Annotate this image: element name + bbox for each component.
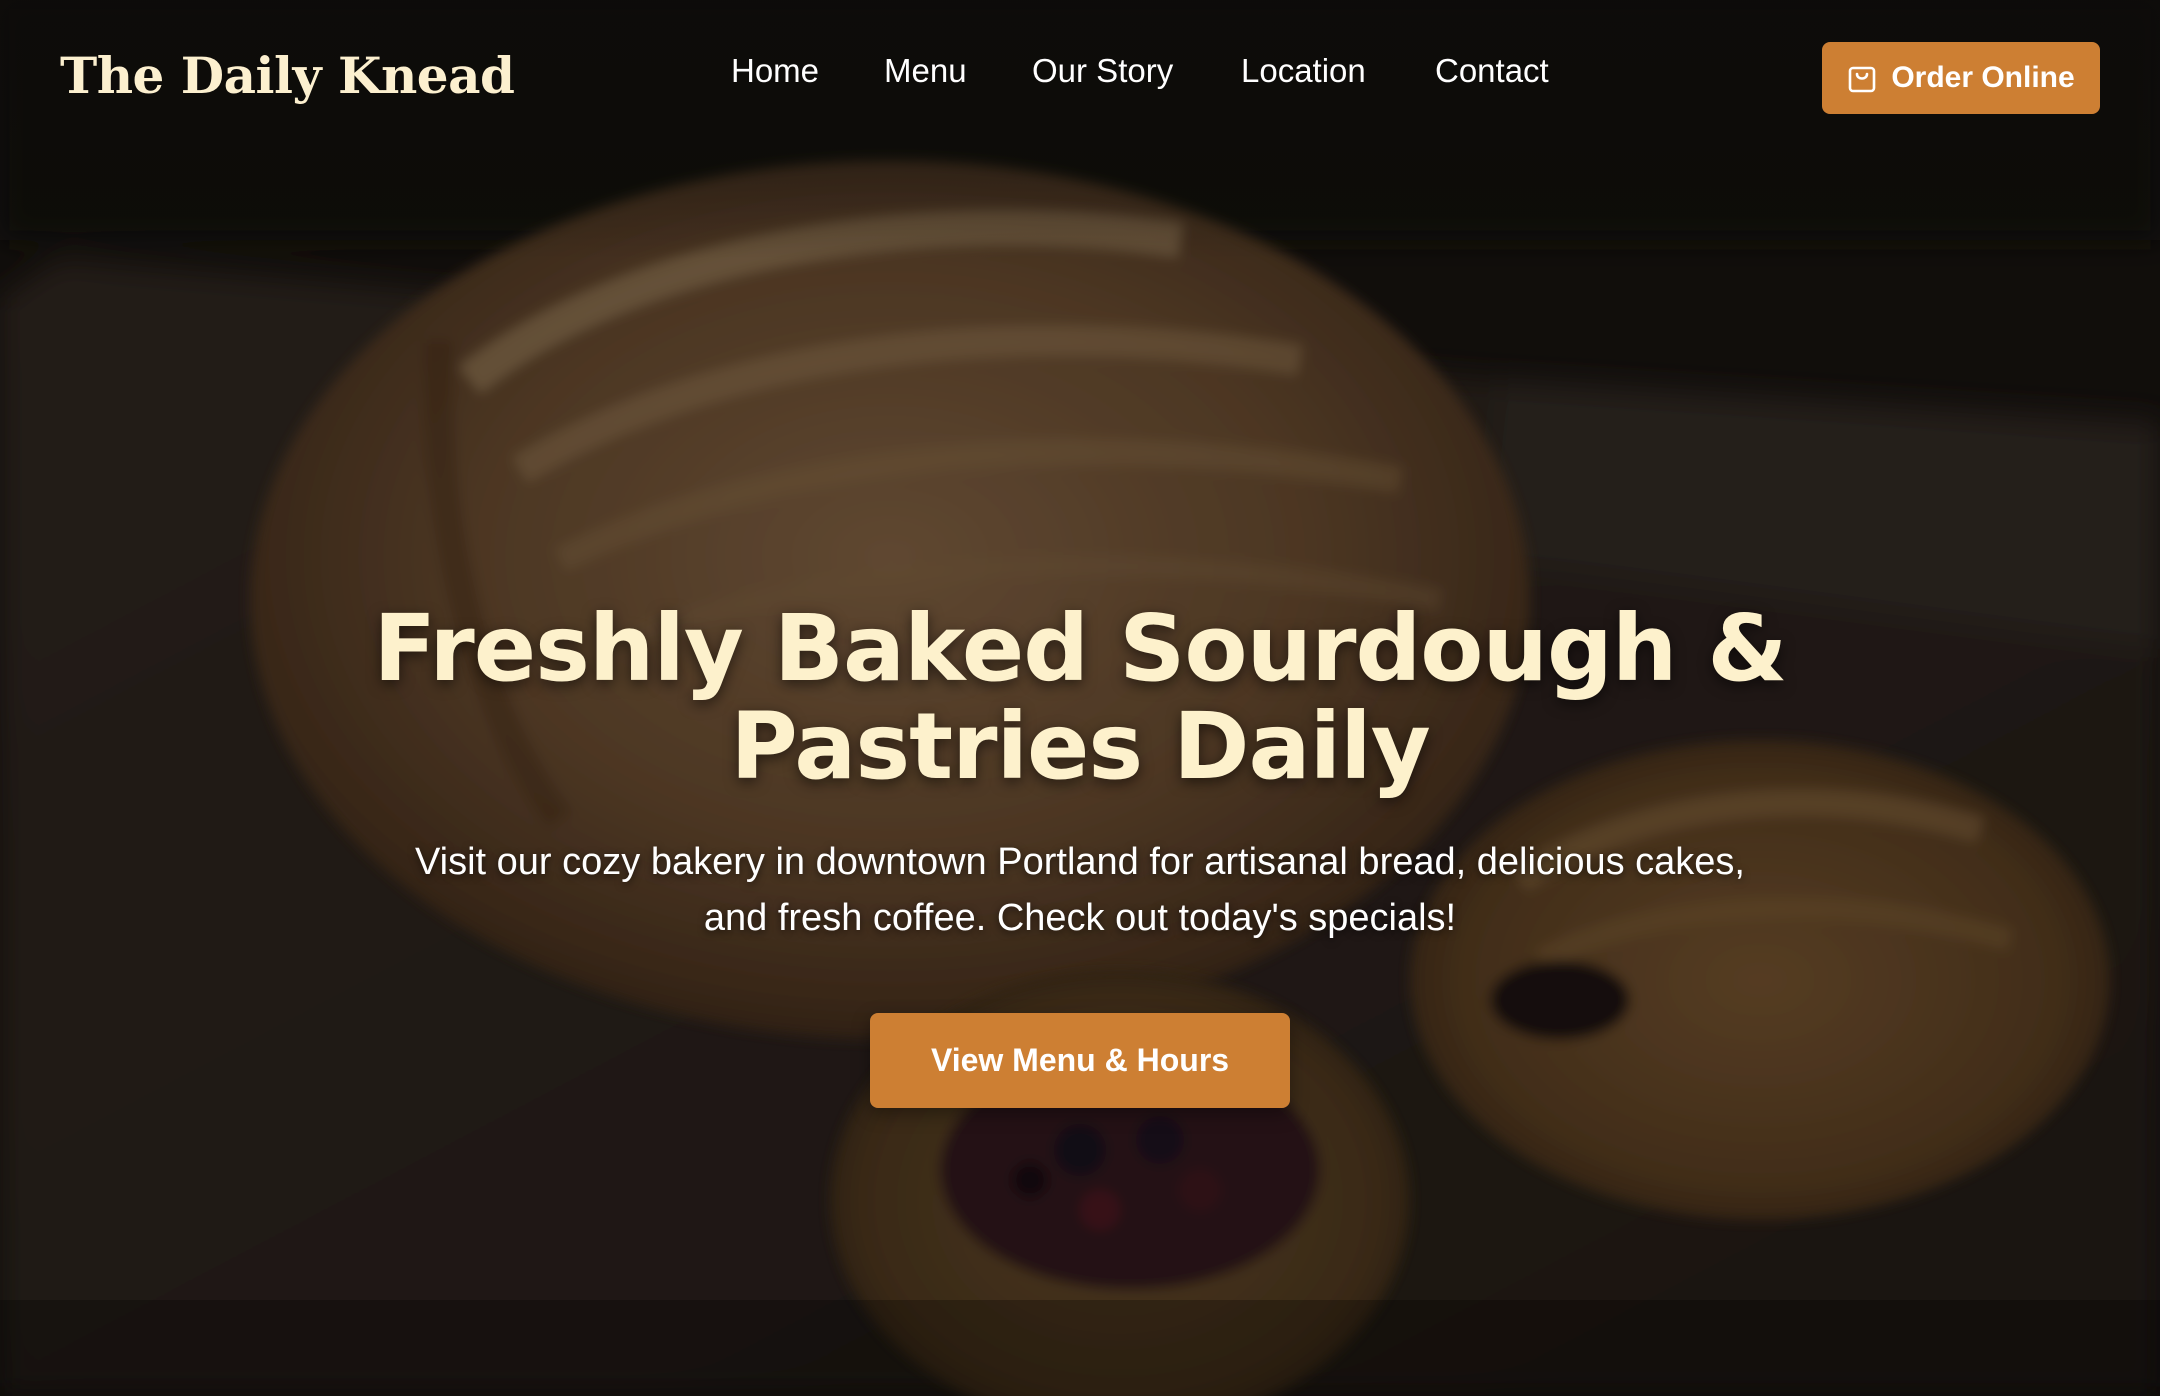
view-menu-hours-button[interactable]: View Menu & Hours bbox=[870, 1013, 1290, 1108]
shopping-bag-icon bbox=[1847, 62, 1877, 94]
hero-subtitle: Visit our cozy bakery in downtown Portla… bbox=[415, 841, 1745, 939]
nav-item-our-story[interactable]: Our Story bbox=[1032, 52, 1173, 90]
nav-item-home[interactable]: Home bbox=[731, 52, 819, 90]
view-menu-hours-label: View Menu & Hours bbox=[930, 1042, 1230, 1078]
hero-title: Freshly Baked Sourdough & Pastries Daily bbox=[373, 595, 1787, 800]
nav-item-menu[interactable]: Menu bbox=[884, 52, 967, 90]
brand-logo[interactable]: The Daily Knead bbox=[60, 46, 515, 105]
nav-item-contact[interactable]: Contact bbox=[1435, 52, 1549, 90]
hero-section: Freshly Baked Sourdough & Pastries Daily… bbox=[0, 600, 2160, 946]
nav-item-location[interactable]: Location bbox=[1241, 52, 1366, 90]
landing-page: The Daily Knead Home Menu Our Story Loca… bbox=[0, 0, 2160, 1396]
site-header: The Daily Knead Home Menu Our Story Loca… bbox=[0, 0, 2160, 156]
order-online-label: Order Online bbox=[1891, 61, 2075, 94]
order-online-button[interactable]: Order Online bbox=[1822, 42, 2100, 114]
